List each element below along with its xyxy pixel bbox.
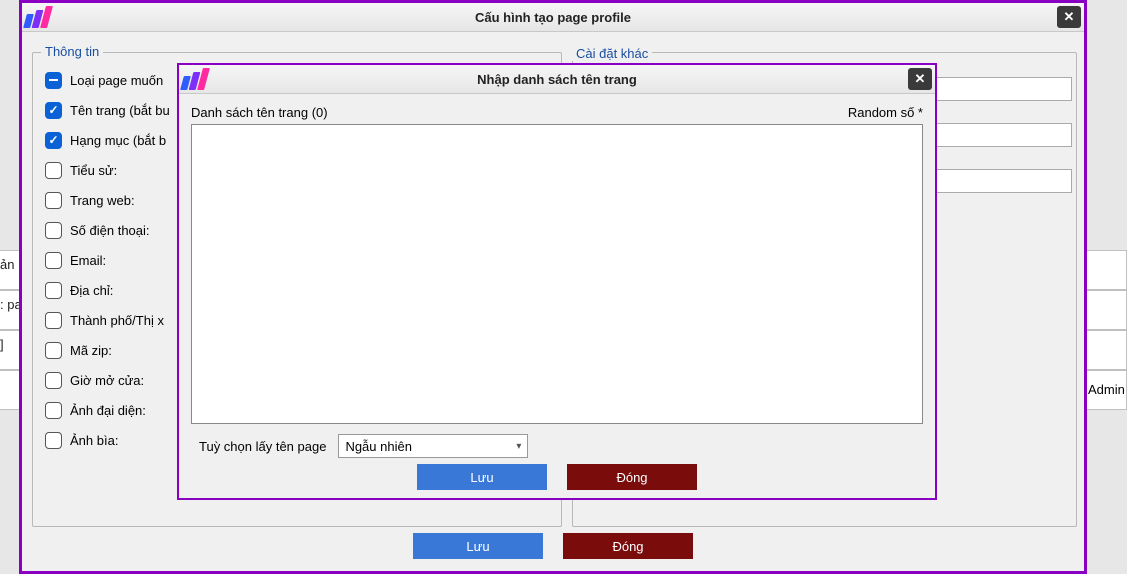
inner-save-button[interactable]: Lưu xyxy=(417,464,547,490)
checkbox-label: Tiểu sử: xyxy=(70,163,117,178)
checkbox[interactable] xyxy=(45,72,62,89)
inner-option-row: Tuỳ chọn lấy tên page Ngẫu nhiên ▾ xyxy=(191,434,923,458)
main-close-button-bottom[interactable]: Đóng xyxy=(563,533,693,559)
minus-icon xyxy=(49,79,58,82)
checkbox-label: Ảnh bìa: xyxy=(70,433,118,448)
app-logo-icon xyxy=(25,6,53,28)
checkbox-label: Trang web: xyxy=(70,193,135,208)
close-icon: ✕ xyxy=(915,71,926,87)
checkbox[interactable] xyxy=(45,312,62,329)
checkbox[interactable] xyxy=(45,282,62,299)
main-close-button[interactable]: ✕ xyxy=(1057,6,1081,28)
checkbox[interactable] xyxy=(45,252,62,269)
bg-admin-cell: Admin xyxy=(1086,371,1126,409)
checkbox-label: Hạng mục (bắt b xyxy=(70,133,166,148)
inner-close-button[interactable]: ✕ xyxy=(908,68,932,90)
checkbox-label: Mã zip: xyxy=(70,343,112,358)
checkbox[interactable] xyxy=(45,162,62,179)
checkbox[interactable]: ✓ xyxy=(45,102,62,119)
list-count-label: Danh sách tên trang (0) xyxy=(191,105,328,120)
inner-dialog-title: Nhập danh sách tên trang xyxy=(477,72,637,87)
checkbox-label: Email: xyxy=(70,253,106,268)
checkbox[interactable]: ✓ xyxy=(45,132,62,149)
bg-label-3: ] xyxy=(0,337,4,352)
groupbox-info-legend: Thông tin xyxy=(41,44,103,59)
checkbox[interactable] xyxy=(45,402,62,419)
main-button-bar: Lưu Đóng xyxy=(22,533,1084,563)
main-save-button[interactable]: Lưu xyxy=(413,533,543,559)
checkbox[interactable] xyxy=(45,192,62,209)
close-icon: ✕ xyxy=(1064,9,1075,25)
checkbox-label: Địa chỉ: xyxy=(70,283,113,298)
inner-close-button-bottom[interactable]: Đóng xyxy=(567,464,697,490)
checkbox[interactable] xyxy=(45,222,62,239)
check-icon: ✓ xyxy=(48,104,58,116)
inner-button-bar: Lưu Đóng xyxy=(179,464,935,492)
checkbox[interactable] xyxy=(45,342,62,359)
bg-label-1: ản xyxy=(0,257,14,272)
main-titlebar: Cấu hình tạo page profile ✕ xyxy=(22,3,1084,32)
inner-dialog: Nhập danh sách tên trang ✕ Danh sách tên… xyxy=(177,63,937,500)
inner-titlebar: Nhập danh sách tên trang ✕ xyxy=(179,65,935,94)
main-dialog-title: Cấu hình tạo page profile xyxy=(475,10,631,25)
checkbox-label: Thành phố/Thị x xyxy=(70,313,164,328)
checkbox-label: Ảnh đại diện: xyxy=(70,403,146,418)
app-logo-icon xyxy=(182,68,210,90)
random-number-label: Random số * xyxy=(848,105,923,120)
select-value: Ngẫu nhiên xyxy=(345,439,412,454)
checkbox-label: Số điện thoại: xyxy=(70,223,150,238)
page-name-mode-select[interactable]: Ngẫu nhiên ▾ xyxy=(338,434,528,458)
option-label: Tuỳ chọn lấy tên page xyxy=(191,439,326,454)
groupbox-other-legend: Cài đặt khác xyxy=(572,46,652,61)
check-icon: ✓ xyxy=(48,134,58,146)
checkbox-label: Tên trang (bắt bu xyxy=(70,103,170,118)
checkbox-label: Giờ mở cửa: xyxy=(70,373,144,388)
chevron-down-icon: ▾ xyxy=(516,441,521,452)
inner-list-header: Danh sách tên trang (0) Random số * xyxy=(191,102,923,122)
page-name-textarea[interactable] xyxy=(191,124,923,424)
checkbox-label: Loại page muốn xyxy=(70,73,163,88)
checkbox[interactable] xyxy=(45,432,62,449)
checkbox[interactable] xyxy=(45,372,62,389)
